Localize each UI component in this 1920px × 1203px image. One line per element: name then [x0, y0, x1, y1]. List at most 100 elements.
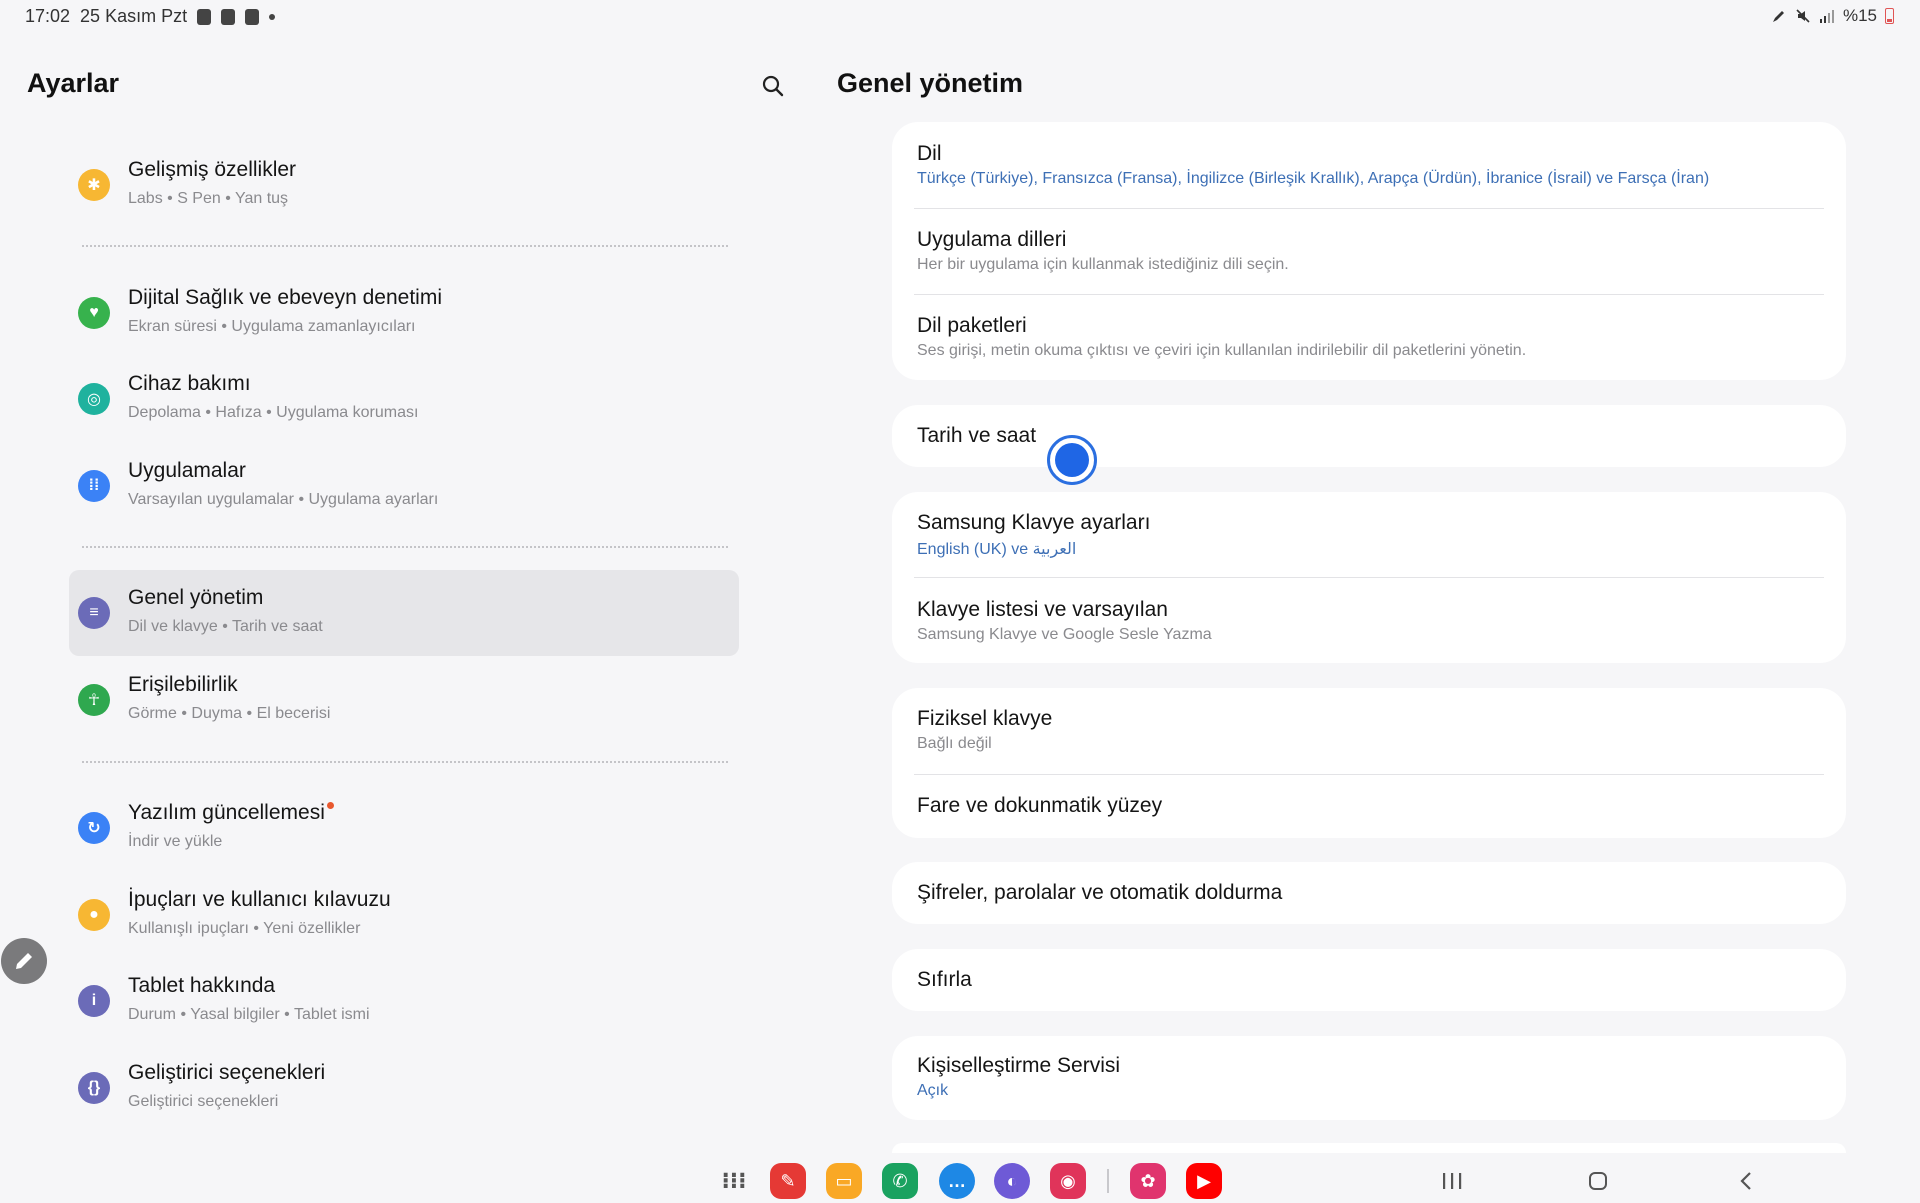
messages-app-icon[interactable]: …	[939, 1163, 975, 1199]
row-language[interactable]: Dil Türkçe (Türkiye), Fransızca (Fransa)…	[892, 122, 1846, 208]
touch-indicator	[1047, 435, 1097, 485]
braces-icon: {}	[78, 1072, 110, 1104]
recents-button[interactable]	[1436, 1165, 1468, 1197]
menu-item-tips[interactable]: ● İpuçları ve kullanıcı kılavuzu Kullanı…	[69, 872, 739, 958]
menu-item-subtitle: İndir ve yükle	[128, 833, 223, 850]
language-card: Dil Türkçe (Türkiye), Fransızca (Fransa)…	[892, 122, 1846, 380]
menu-divider	[82, 761, 728, 763]
row-samsung-keyboard[interactable]: Samsung Klavye ayarları English (UK) ve …	[892, 492, 1846, 577]
date-time-card: Tarih ve saat	[892, 405, 1846, 467]
menu-item-software-update[interactable]: ↻ Yazılım güncellemesi İndir ve yükle	[69, 785, 739, 871]
notes-app-icon[interactable]: ✎	[770, 1163, 806, 1199]
menu-item-advanced-features[interactable]: ✱ Gelişmiş özellikler Labs • S Pen • Yan…	[69, 142, 739, 228]
page-title: Genel yönetim	[837, 68, 1024, 98]
personalization-card: Kişiselleştirme Servisi Açık	[892, 1036, 1846, 1120]
row-date-time[interactable]: Tarih ve saat	[892, 405, 1846, 467]
pen-icon	[1772, 11, 1784, 22]
internet-app-icon[interactable]: ◐	[994, 1163, 1030, 1199]
phone-app-icon[interactable]: ✆	[882, 1163, 918, 1199]
menu-item-device-care[interactable]: ◎ Cihaz bakımı Depolama • Hafıza • Uygul…	[69, 356, 739, 442]
row-reset[interactable]: Sıfırla	[892, 949, 1846, 1011]
edit-button[interactable]	[1, 938, 47, 984]
row-passwords-autofill[interactable]: Şifreler, parolalar ve otomatik doldurma	[892, 862, 1846, 924]
home-icon	[1589, 1172, 1607, 1190]
heart-icon: ♥	[78, 297, 110, 329]
menu-item-apps[interactable]: ⁞⁞ Uygulamalar Varsayılan uygulamalar • …	[69, 443, 739, 529]
row-title: Sıfırla	[917, 968, 972, 991]
settings-title: Ayarlar	[27, 68, 120, 98]
passwords-card: Şifreler, parolalar ve otomatik doldurma	[892, 862, 1846, 924]
update-icon: ↻	[78, 812, 110, 844]
row-mouse-touchpad[interactable]: Fare ve dokunmatik yüzey	[892, 774, 1846, 838]
menu-item-title: Dijital Sağlık ve ebeveyn denetimi	[128, 286, 442, 309]
menu-item-title: Geliştirici seçenekleri	[128, 1061, 326, 1084]
search-button[interactable]	[755, 68, 791, 104]
status-right: %15	[1771, 6, 1894, 26]
files-app-icon[interactable]: ▭	[826, 1163, 862, 1199]
row-title: Fare ve dokunmatik yüzey	[917, 794, 1163, 817]
pencil-icon	[16, 953, 32, 969]
camera-app-icon[interactable]: ◉	[1050, 1163, 1086, 1199]
row-subtitle: English (UK) ve العربية	[917, 541, 1077, 558]
row-keyboard-list[interactable]: Klavye listesi ve varsayılan Samsung Kla…	[892, 577, 1846, 663]
menu-item-title: Cihaz bakımı	[128, 372, 251, 395]
menu-item-title: Tablet hakkında	[128, 974, 276, 997]
accessibility-icon: ☥	[78, 684, 110, 716]
menu-item-subtitle: Depolama • Hafıza • Uygulama koruması	[128, 404, 419, 421]
row-title: Şifreler, parolalar ve otomatik doldurma	[917, 881, 1283, 904]
row-language-packs[interactable]: Dil paketleri Ses girişi, metin okuma çı…	[892, 294, 1846, 380]
row-title: Klavye listesi ve varsayılan	[917, 598, 1168, 621]
menu-item-title: Gelişmiş özellikler	[128, 158, 297, 181]
youtube-app-icon[interactable]: ▶	[1186, 1163, 1222, 1199]
menu-item-subtitle: Varsayılan uygulamalar • Uygulama ayarla…	[128, 491, 439, 508]
row-title: Fiziksel klavye	[917, 707, 1053, 730]
status-bar: 17:02 25 Kasım Pzt %15	[0, 0, 1920, 34]
menu-item-subtitle: Geliştirici seçenekleri	[128, 1093, 279, 1110]
menu-item-accessibility[interactable]: ☥ Erişilebilirlik Görme • Duyma • El bec…	[69, 657, 739, 743]
star-gear-icon: ✱	[78, 169, 110, 201]
row-subtitle: Bağlı değil	[917, 735, 992, 752]
menu-item-developer-options[interactable]: {} Geliştirici seçenekleri Geliştirici s…	[69, 1045, 739, 1131]
sim-icon	[197, 8, 212, 25]
menu-item-title: Erişilebilirlik	[128, 673, 238, 696]
mute-icon	[1796, 9, 1810, 23]
input-devices-card: Fiziksel klavye Bağlı değil Fare ve doku…	[892, 688, 1846, 838]
menu-item-general-management[interactable]: ≡ Genel yönetim Dil ve klavye • Tarih ve…	[69, 570, 739, 656]
row-title: Kişiselleştirme Servisi	[917, 1054, 1121, 1077]
apps-drawer-icon[interactable]: ⁝⁝⁝	[716, 1163, 752, 1199]
home-button[interactable]	[1582, 1165, 1614, 1197]
reset-card: Sıfırla	[892, 949, 1846, 1011]
menu-item-title: İpuçları ve kullanıcı kılavuzu	[128, 888, 391, 911]
row-title: Dil paketleri	[917, 314, 1027, 337]
menu-item-subtitle: Labs • S Pen • Yan tuş	[128, 190, 289, 207]
row-title: Uygulama dilleri	[917, 228, 1067, 251]
row-subtitle: Samsung Klavye ve Google Sesle Yazma	[917, 626, 1212, 643]
gallery-app-icon[interactable]: ✿	[1130, 1163, 1166, 1199]
gallery-icon	[221, 8, 236, 25]
keyboard-card: Samsung Klavye ayarları English (UK) ve …	[892, 492, 1846, 663]
menu-item-title-text: Yazılım güncellemesi	[128, 801, 325, 824]
menu-divider	[82, 546, 728, 548]
menu-item-title: Genel yönetim	[128, 586, 264, 609]
back-button[interactable]	[1730, 1165, 1762, 1197]
checkbox-icon	[245, 8, 260, 25]
info-icon: i	[78, 985, 110, 1017]
lightbulb-icon: ●	[78, 899, 110, 931]
row-physical-keyboard[interactable]: Fiziksel klavye Bağlı değil	[892, 688, 1846, 774]
device-care-icon: ◎	[78, 383, 110, 415]
row-personalization-service[interactable]: Kişiselleştirme Servisi Açık	[892, 1036, 1846, 1120]
row-app-languages[interactable]: Uygulama dilleri Her bir uygulama için k…	[892, 208, 1846, 294]
menu-item-digital-wellbeing[interactable]: ♥ Dijital Sağlık ve ebeveyn denetimi Ekr…	[69, 270, 739, 356]
row-subtitle: Açık	[917, 1082, 949, 1099]
row-title: Dil	[917, 142, 942, 165]
menu-item-about-tablet[interactable]: i Tablet hakkında Durum • Yasal bilgiler…	[69, 958, 739, 1044]
row-title: Tarih ve saat	[917, 424, 1037, 447]
back-icon	[1740, 1172, 1751, 1190]
menu-item-subtitle: Durum • Yasal bilgiler • Tablet ismi	[128, 1006, 370, 1023]
menu-divider	[82, 245, 728, 247]
signal-icon	[1819, 10, 1834, 23]
status-date: 25 Kasım Pzt	[80, 6, 188, 26]
new-badge	[326, 802, 334, 809]
menu-item-subtitle: Ekran süresi • Uygulama zamanlayıcıları	[128, 318, 416, 335]
menu-item-subtitle: Görme • Duyma • El becerisi	[128, 705, 331, 722]
